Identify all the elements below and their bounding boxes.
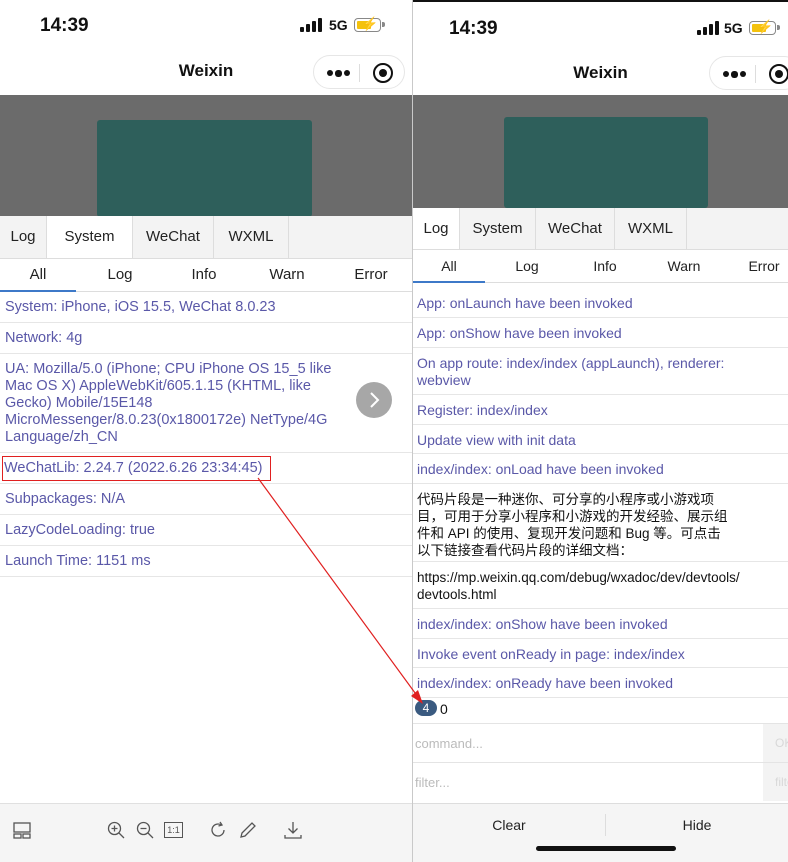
left-phone-panel: 14:39 5G ⚡ Weixin Log System WeChat WXML… [0, 0, 412, 862]
log-entry: App: onLaunch have been invoked [413, 288, 788, 318]
sub-tabs: All Log Info Warn Error [0, 259, 412, 292]
close-miniprogram-icon[interactable] [373, 63, 393, 83]
tab-log[interactable]: Log [413, 208, 460, 249]
actual-size-icon[interactable]: 1:1 [164, 822, 183, 838]
wechatlib-row-container: WeChatLib: 2.24.7 (2022.6.26 23:34:45) [0, 453, 412, 484]
main-tabs: Log System WeChat WXML [0, 216, 412, 259]
capsule-menu[interactable] [709, 56, 788, 90]
subtab-all[interactable]: All [413, 250, 485, 283]
network-row: Network: 4g [0, 323, 412, 354]
more-icon[interactable] [723, 70, 746, 78]
status-time: 14:39 [40, 15, 89, 36]
layout-icon[interactable] [12, 820, 32, 840]
bottom-actions: Clear Hide [413, 803, 788, 862]
battery-icon: ⚡ [749, 19, 780, 35]
screenshot-root: 14:39 5G ⚡ Weixin Log System WeChat WXML… [0, 0, 788, 862]
subtab-all[interactable]: All [0, 259, 76, 292]
signal-icon [300, 18, 322, 32]
tab-log[interactable]: Log [0, 216, 47, 258]
launch-time-row: Launch Time: 1151 ms [0, 546, 412, 577]
subtab-log[interactable]: Log [82, 259, 158, 291]
preview-area [0, 95, 412, 217]
capsule-menu[interactable] [313, 55, 405, 89]
command-input[interactable] [413, 724, 763, 762]
zoom-out-icon[interactable] [135, 820, 155, 840]
tab-system[interactable]: System [47, 216, 133, 258]
expand-arrow-button[interactable] [356, 382, 392, 418]
lazy-code-loading-row: LazyCodeLoading: true [0, 515, 412, 546]
tab-wxml[interactable]: WXML [214, 216, 289, 258]
log-entry: Register: index/index [413, 395, 788, 425]
signal-icon [697, 21, 719, 35]
bottom-toolbar: 1:1 [0, 803, 412, 862]
command-ok-button[interactable]: OK [763, 724, 788, 762]
subtab-warn[interactable]: Warn [249, 259, 325, 291]
subtab-error[interactable]: Error [728, 250, 788, 282]
hide-button[interactable]: Hide [606, 804, 788, 847]
home-indicator [536, 846, 676, 851]
log-entry: index/index: onLoad have been invoked [413, 454, 788, 484]
log-entry: index/index: onReady have been invoked [413, 668, 788, 698]
subtab-warn[interactable]: Warn [648, 250, 720, 282]
rotate-icon[interactable] [208, 820, 228, 840]
main-tabs: Log System WeChat WXML [413, 208, 788, 250]
system-info-list: System: iPhone, iOS 15.5, WeChat 8.0.23 … [0, 292, 412, 577]
preview-block [504, 117, 708, 208]
close-miniprogram-icon[interactable] [769, 64, 788, 84]
log-entry: Update view with init data [413, 425, 788, 454]
status-time: 14:39 [449, 18, 498, 39]
network-type: 5G [724, 20, 743, 36]
tab-wechat[interactable]: WeChat [133, 216, 214, 258]
preview-area [413, 95, 788, 208]
filter-row: filter [413, 762, 788, 801]
subtab-error[interactable]: Error [333, 259, 409, 291]
log-entry: App: onShow have been invoked [413, 318, 788, 348]
wechatlib-row: WeChatLib: 2.24.7 (2022.6.26 23:34:45) [2, 456, 271, 481]
tab-wechat[interactable]: WeChat [536, 208, 615, 249]
subtab-info[interactable]: Info [166, 259, 242, 291]
battery-icon: ⚡ [354, 16, 385, 32]
log-entry: Invoke event onReady in page: index/inde… [413, 639, 788, 668]
chevron-right-icon [370, 392, 380, 408]
log-count-badge: 4 [415, 700, 437, 716]
status-bar: 14:39 5G ⚡ [0, 0, 412, 50]
sub-tabs: All Log Info Warn Error [413, 250, 788, 283]
log-entry: index/index: onShow have been invoked [413, 609, 788, 639]
download-icon[interactable] [283, 820, 303, 840]
log-list: App: onLaunch have been invoked App: onS… [413, 288, 788, 698]
status-bar: 14:39 5G ⚡ [413, 0, 788, 50]
filter-button[interactable]: filter [763, 763, 788, 801]
subtab-log[interactable]: Log [491, 250, 563, 282]
subpackages-row: Subpackages: N/A [0, 484, 412, 515]
right-phone-panel: 14:39 5G ⚡ Weixin Log System WeChat WXML… [413, 0, 788, 862]
network-type: 5G [329, 17, 348, 33]
command-row: OK [413, 723, 788, 762]
pen-icon[interactable] [238, 820, 258, 840]
tab-wxml[interactable]: WXML [615, 208, 687, 249]
user-agent-row: UA: Mozilla/5.0 (iPhone; CPU iPhone OS 1… [0, 354, 412, 453]
log-entry-description: 代码片段是一种迷你、可分享的小程序或小游戏项目，可用于分享小程序和小游戏的开发经… [413, 484, 788, 562]
system-row: System: iPhone, iOS 15.5, WeChat 8.0.23 [0, 292, 412, 323]
preview-block [97, 120, 312, 217]
filter-input[interactable] [413, 763, 763, 801]
zoom-in-icon[interactable] [106, 820, 126, 840]
log-entry: On app route: index/index (appLaunch), r… [413, 348, 788, 395]
subtab-info[interactable]: Info [569, 250, 641, 282]
tab-system[interactable]: System [460, 208, 536, 249]
more-icon[interactable] [327, 69, 350, 77]
clear-button[interactable]: Clear [413, 804, 605, 847]
error-count: 0 [440, 701, 448, 717]
log-entry-link[interactable]: https://mp.weixin.qq.com/debug/wxadoc/de… [413, 562, 788, 609]
